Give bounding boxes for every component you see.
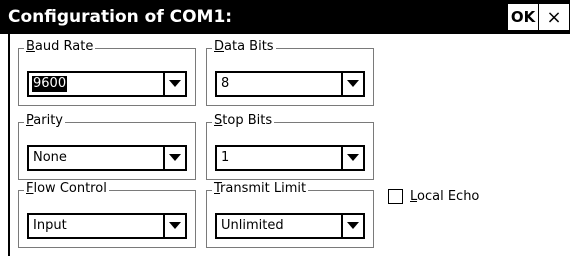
- parity-label: Parity: [24, 113, 65, 129]
- ok-button[interactable]: OK: [508, 4, 538, 30]
- baud-rate-value: 9600: [32, 76, 68, 92]
- stop-bits-label: Stop Bits: [212, 113, 275, 129]
- parity-group: Parity None: [18, 113, 196, 180]
- parity-value: None: [33, 150, 67, 165]
- local-echo-label[interactable]: Local Echo: [410, 188, 479, 205]
- chevron-down-icon[interactable]: [163, 215, 185, 237]
- window-title: Configuration of COM1:: [8, 7, 233, 27]
- baud-rate-group: Baud Rate 9600: [18, 39, 196, 106]
- transmit-limit-group: Transmit Limit Unlimited: [206, 181, 374, 248]
- local-echo-option[interactable]: Local Echo: [388, 188, 488, 206]
- close-button[interactable]: ×: [539, 4, 569, 30]
- data-bits-label: Data Bits: [212, 39, 276, 55]
- dialog-client-area: Baud Rate 9600 Data Bits 8 Parity None S…: [8, 34, 570, 256]
- data-bits-select[interactable]: 8: [215, 71, 365, 97]
- transmit-limit-select[interactable]: Unlimited: [215, 213, 365, 239]
- flow-control-select[interactable]: Input: [27, 213, 187, 239]
- title-bar: Configuration of COM1: OK ×: [0, 0, 570, 34]
- baud-rate-select[interactable]: 9600: [27, 71, 187, 97]
- chevron-down-icon[interactable]: [163, 147, 185, 169]
- stop-bits-group: Stop Bits 1: [206, 113, 374, 180]
- transmit-limit-value: Unlimited: [221, 218, 284, 233]
- parity-select[interactable]: None: [27, 145, 187, 171]
- data-bits-group: Data Bits 8: [206, 39, 374, 106]
- chevron-down-icon[interactable]: [341, 215, 363, 237]
- stop-bits-value: 1: [221, 150, 230, 165]
- chevron-down-icon[interactable]: [341, 147, 363, 169]
- transmit-limit-label: Transmit Limit: [212, 181, 309, 197]
- stop-bits-select[interactable]: 1: [215, 145, 365, 171]
- chevron-down-icon[interactable]: [163, 73, 185, 95]
- flow-control-value: Input: [33, 218, 67, 233]
- data-bits-value: 8: [221, 76, 230, 91]
- baud-rate-label: Baud Rate: [24, 39, 96, 55]
- dialog-window: Configuration of COM1: OK × Baud Rate 96…: [0, 0, 570, 256]
- chevron-down-icon[interactable]: [341, 73, 363, 95]
- local-echo-checkbox[interactable]: [388, 189, 403, 204]
- flow-control-label: Flow Control: [24, 181, 109, 197]
- flow-control-group: Flow Control Input: [18, 181, 196, 248]
